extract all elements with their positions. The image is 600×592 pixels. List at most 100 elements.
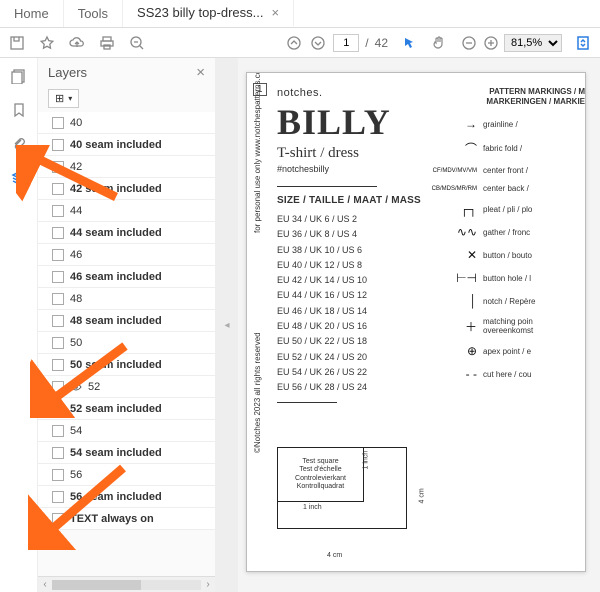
layer-visibility-checkbox[interactable] — [52, 359, 64, 371]
zoom-minus-icon[interactable] — [460, 34, 478, 52]
star-icon[interactable] — [38, 34, 56, 52]
layer-item[interactable]: 42 — [38, 156, 215, 178]
layer-label: 52 — [88, 381, 100, 393]
layer-label: 50 — [70, 337, 82, 349]
page-current-input[interactable] — [333, 34, 359, 52]
layer-visibility-checkbox[interactable] — [52, 425, 64, 437]
layers-panel: Layers × ⊞ ▾ 4040 seam included4242 seam… — [38, 58, 216, 592]
layer-item[interactable]: 50 seam included — [38, 354, 215, 376]
layer-label: 46 seam included — [70, 271, 162, 283]
layer-visibility-checkbox[interactable] — [52, 249, 64, 261]
legend-list: →grainline / ⌒fabric fold / CF/MDV/MV/VM… — [445, 117, 585, 390]
layer-item[interactable]: 46 seam included — [38, 266, 215, 288]
layer-item[interactable]: 46 — [38, 244, 215, 266]
layer-visibility-checkbox[interactable] — [52, 183, 64, 195]
scroll-left-icon[interactable]: ‹ — [38, 579, 52, 590]
page-down-icon[interactable] — [309, 34, 327, 52]
page-sep: / — [365, 36, 368, 50]
layer-label: 48 — [70, 293, 82, 305]
gutter-handle[interactable]: ◂ — [216, 58, 238, 592]
layer-label: 52 seam included — [70, 403, 162, 415]
page-nav: / 42 — [285, 34, 388, 52]
layer-visibility-checkbox[interactable] — [52, 271, 64, 283]
layer-item[interactable]: 54 — [38, 420, 215, 442]
tab-tools[interactable]: Tools — [64, 0, 123, 27]
layer-label: 40 — [70, 117, 82, 129]
page-up-icon[interactable] — [285, 34, 303, 52]
panel-hscroll[interactable]: ‹ › — [38, 576, 215, 592]
layer-visibility-checkbox[interactable] — [52, 139, 64, 151]
hand-icon[interactable] — [430, 34, 448, 52]
zoom-select[interactable]: 81,5% — [504, 34, 562, 52]
save-icon[interactable] — [8, 34, 26, 52]
zoom-controls: 81,5% — [460, 34, 562, 52]
copyright-line2: ©Notches 2023 all rights reserved — [253, 332, 262, 453]
layer-visibility-checkbox[interactable] — [52, 381, 64, 393]
app-tabs: Home Tools SS23 billy top-dress... × — [0, 0, 600, 28]
layer-label: 48 seam included — [70, 315, 162, 327]
layer-item[interactable]: 48 — [38, 288, 215, 310]
tab-home[interactable]: Home — [0, 0, 64, 27]
eye-icon — [70, 381, 82, 393]
layer-item[interactable]: 56 — [38, 464, 215, 486]
close-icon[interactable]: × — [272, 5, 280, 20]
layer-item[interactable]: TEXT always on — [38, 508, 215, 530]
main-area: Layers × ⊞ ▾ 4040 seam included4242 seam… — [0, 58, 600, 592]
layer-label: 44 seam included — [70, 227, 162, 239]
zoom-plus-icon[interactable] — [482, 34, 500, 52]
cloud-upload-icon[interactable] — [68, 34, 86, 52]
layer-item[interactable]: 52 seam included — [38, 398, 215, 420]
legend-heading: PATTERN MARKINGS / M MARKERINGEN / MARKI… — [445, 87, 585, 106]
layer-item[interactable]: 50 — [38, 332, 215, 354]
layer-visibility-checkbox[interactable] — [52, 227, 64, 239]
layer-item[interactable]: 44 — [38, 200, 215, 222]
page-total: 42 — [375, 36, 388, 50]
zoom-out-icon[interactable] — [128, 34, 146, 52]
layer-visibility-checkbox[interactable] — [52, 161, 64, 173]
layer-label: 54 — [70, 425, 82, 437]
layer-visibility-checkbox[interactable] — [52, 469, 64, 481]
layer-item[interactable]: 40 seam included — [38, 134, 215, 156]
layer-visibility-checkbox[interactable] — [52, 337, 64, 349]
attachments-icon[interactable] — [9, 134, 29, 154]
layer-label: 46 — [70, 249, 82, 261]
side-rail — [0, 58, 38, 592]
document-viewer[interactable]: ◂ 1 notches. BILLY T-shirt / dress #notc… — [216, 58, 600, 592]
layer-item[interactable]: 54 seam included — [38, 442, 215, 464]
layer-visibility-checkbox[interactable] — [52, 205, 64, 217]
layer-item[interactable]: 52 — [38, 376, 215, 398]
layer-visibility-checkbox[interactable] — [52, 293, 64, 305]
layer-label: 40 seam included — [70, 139, 162, 151]
layer-label: 54 seam included — [70, 447, 162, 459]
layer-label: 56 — [70, 469, 82, 481]
layer-options-button[interactable]: ⊞ ▾ — [48, 89, 79, 108]
layers-icon[interactable] — [9, 168, 29, 188]
layer-item[interactable]: 42 seam included — [38, 178, 215, 200]
scroll-right-icon[interactable]: › — [201, 579, 215, 590]
layer-label: 56 seam included — [70, 491, 162, 503]
layer-item[interactable]: 48 seam included — [38, 310, 215, 332]
layer-visibility-checkbox[interactable] — [52, 447, 64, 459]
layer-visibility-checkbox[interactable] — [52, 491, 64, 503]
layer-label: TEXT always on — [70, 513, 154, 525]
layer-visibility-checkbox[interactable] — [52, 315, 64, 327]
layer-label: 42 seam included — [70, 183, 162, 195]
thumbnails-icon[interactable] — [9, 66, 29, 86]
layer-list[interactable]: 40 40 seam included 42 42 seam included 44 44… — [38, 112, 215, 576]
layer-visibility-checkbox[interactable] — [52, 117, 64, 129]
panel-close-icon[interactable]: × — [196, 64, 205, 81]
layer-label: 50 seam included — [70, 359, 162, 371]
print-icon[interactable] — [98, 34, 116, 52]
tab-document[interactable]: SS23 billy top-dress... × — [123, 0, 294, 27]
layer-item[interactable]: 40 — [38, 112, 215, 134]
layer-visibility-checkbox[interactable] — [52, 513, 64, 525]
fit-page-icon[interactable] — [574, 34, 592, 52]
copyright-line1: for personal use only www.notchespattern… — [253, 72, 262, 233]
layer-item[interactable]: 56 seam included — [38, 486, 215, 508]
layer-label: 42 — [70, 161, 82, 173]
layer-item[interactable]: 44 seam included — [38, 222, 215, 244]
pointer-icon[interactable] — [400, 34, 418, 52]
bookmarks-icon[interactable] — [9, 100, 29, 120]
toolbar: / 42 81,5% — [0, 28, 600, 58]
layer-visibility-checkbox[interactable] — [52, 403, 64, 415]
